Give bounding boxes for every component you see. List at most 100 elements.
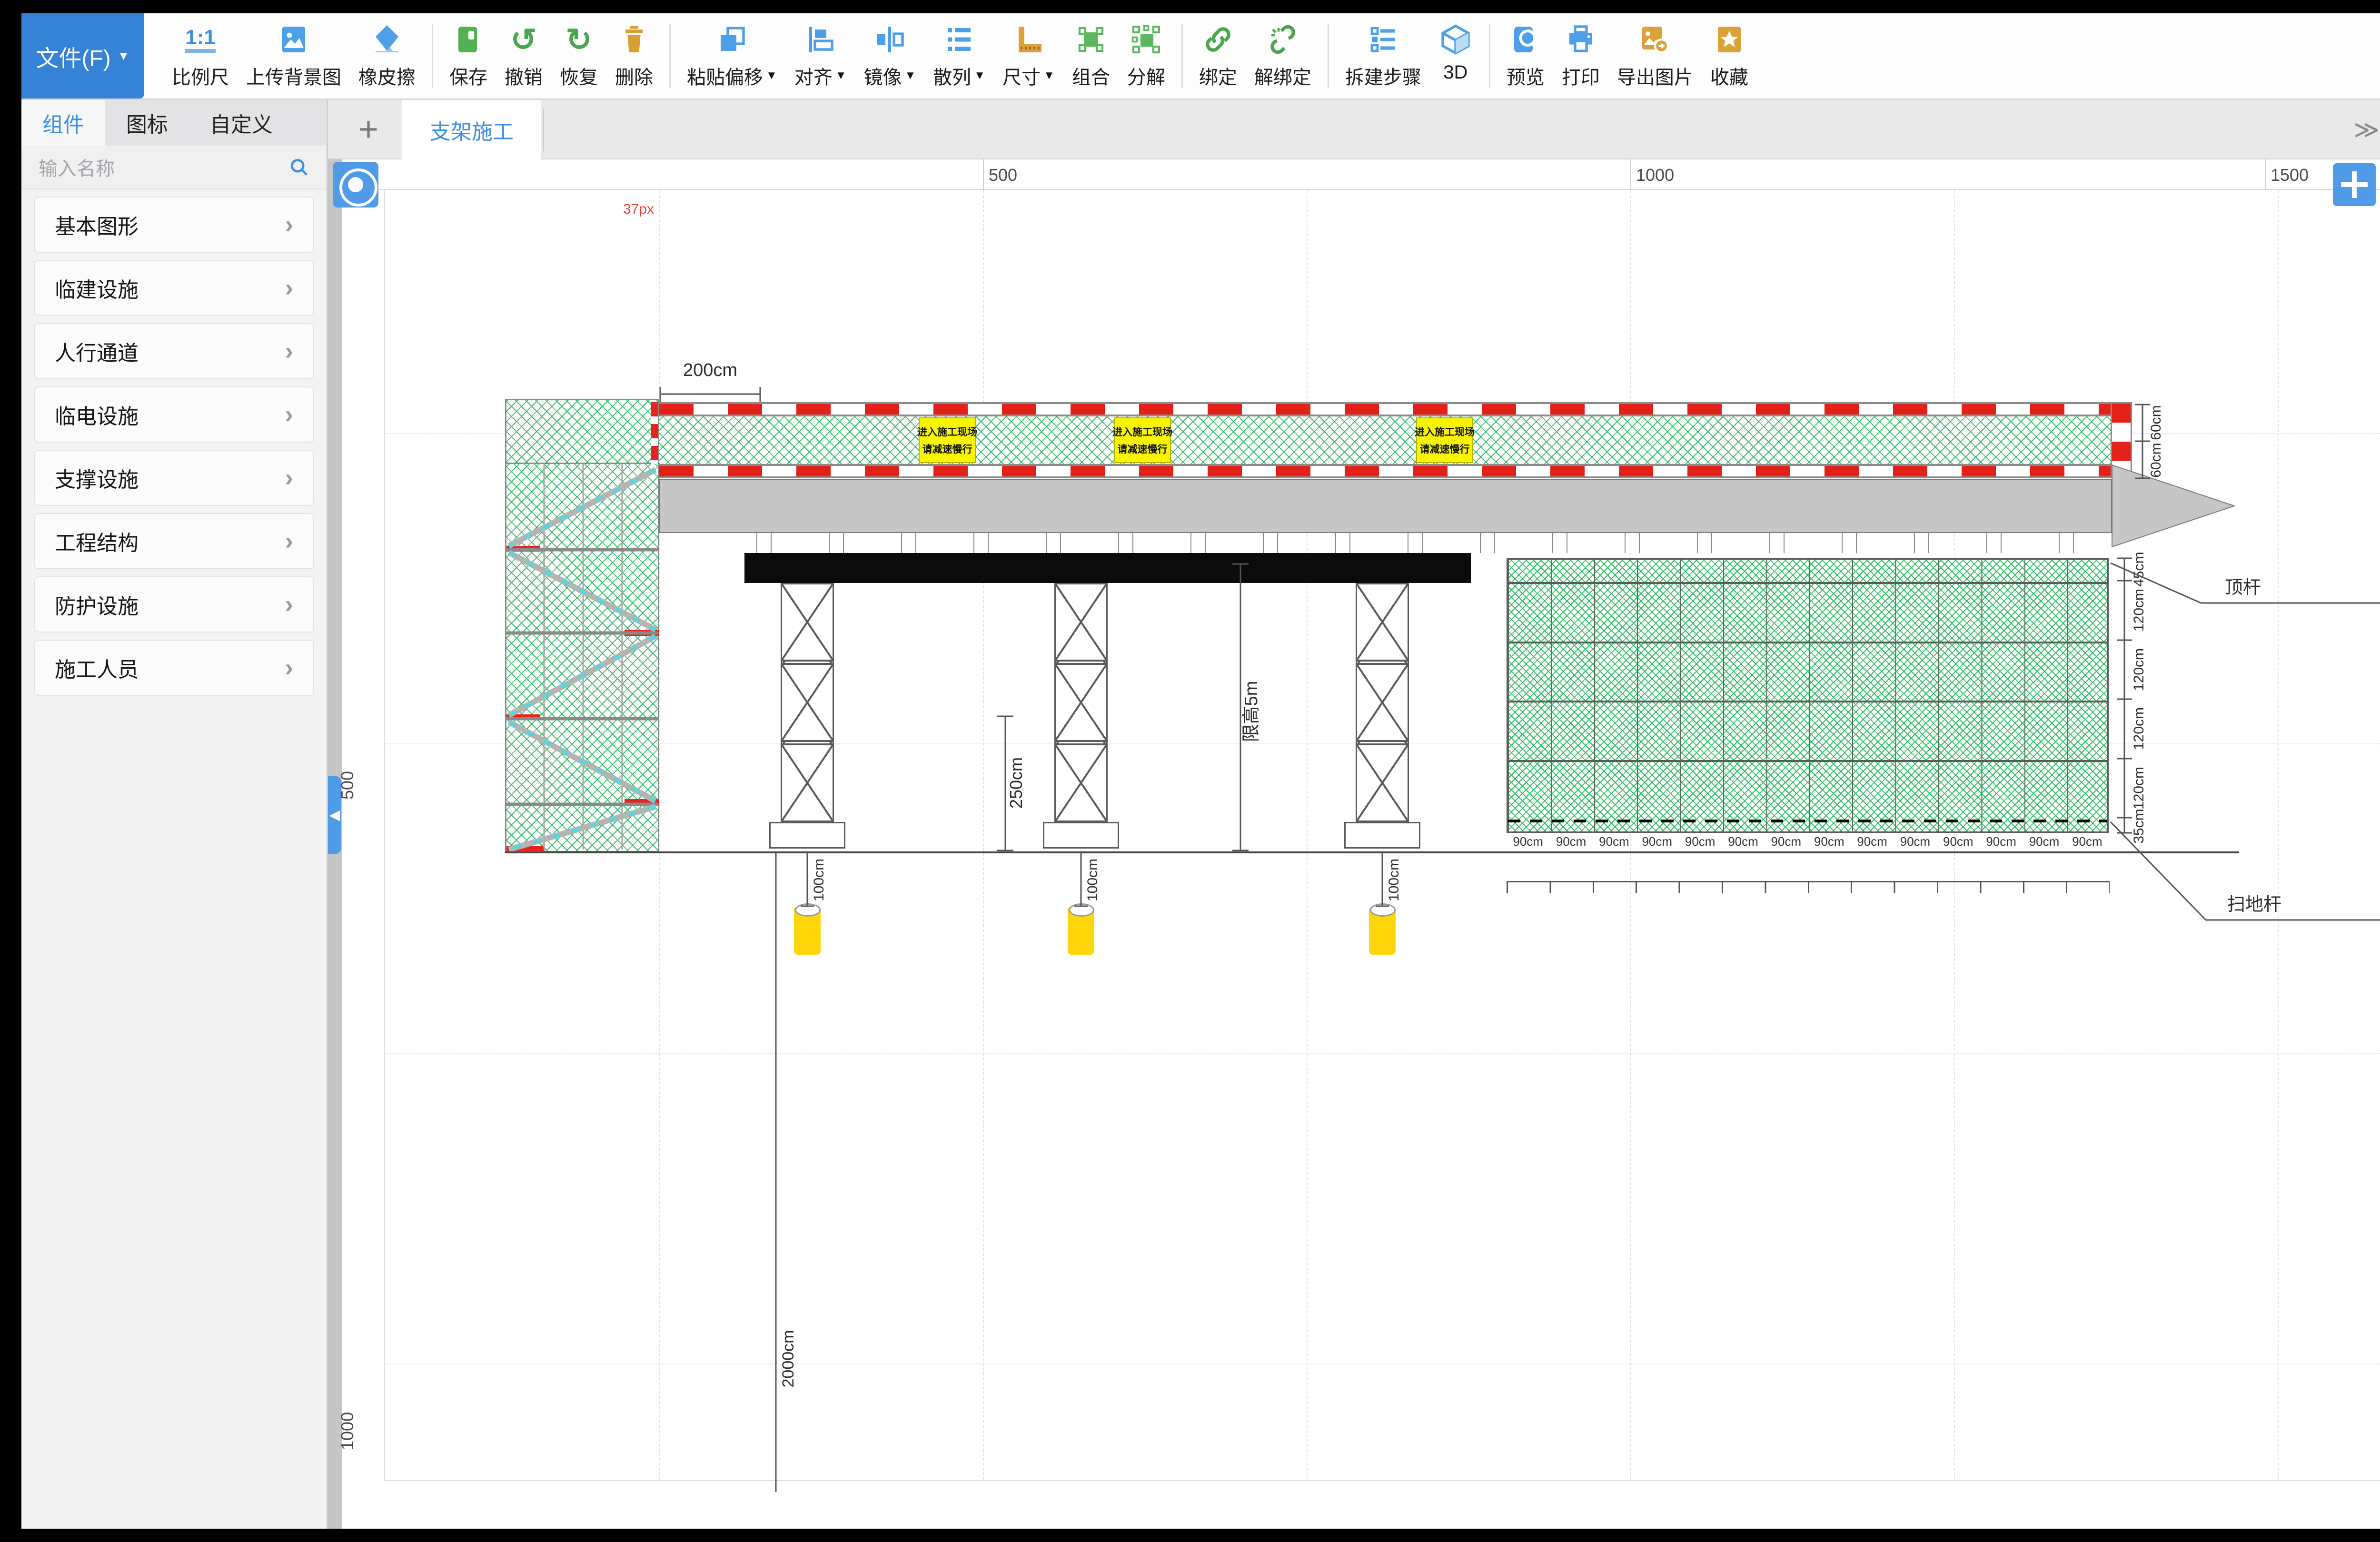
drawing-viewport[interactable]: 500 1000 1500 500 1000 37px ◀ ▶ (328, 159, 2380, 1529)
mirror-button[interactable]: 镜像▼ (855, 13, 925, 99)
toolbar-label: 导出图片 (1617, 62, 1693, 89)
sidebar-item-support-facilities[interactable]: 支撑设施› (34, 450, 314, 506)
fit-view-button[interactable] (2333, 163, 2376, 206)
view-3d-button[interactable]: 3D (1430, 13, 1481, 99)
sidebar-item-pedestrian-passage[interactable]: 人行通道› (34, 323, 314, 379)
favorite-button[interactable]: 收藏 (1702, 13, 1757, 99)
add-document-tab-button[interactable]: + (347, 107, 390, 152)
red-mark (625, 799, 659, 805)
warning-sign[interactable]: 进入施工现场请减速慢行 (919, 417, 976, 463)
warning-sign[interactable]: 进入施工现场请减速慢行 (1114, 417, 1171, 463)
toolbar-label: 恢复 (560, 62, 598, 89)
group-button[interactable]: 组合 (1063, 13, 1119, 99)
sidebar-tabs: 组件 图标 自定义 (21, 100, 327, 146)
collapse-panel-icon[interactable]: ≫ (2354, 100, 2380, 159)
export-image-button[interactable]: 导出图片 (1608, 13, 1702, 99)
search-bar[interactable]: 输入名称 (21, 146, 327, 189)
bay-width-label: 90cm (1636, 834, 1678, 851)
bay-width-label: 90cm (1851, 834, 1894, 851)
toolbar-separator (1489, 24, 1490, 88)
scaffold-net-panel[interactable] (1507, 558, 2109, 833)
tab-icons[interactable]: 图标 (105, 100, 189, 146)
link-broken-icon (1266, 21, 1300, 58)
tab-custom[interactable]: 自定义 (189, 100, 294, 146)
sweep-bar-dashed (1508, 820, 2107, 822)
canvas-area: + 支架施工 ≫ 500 1000 1500 (328, 100, 2380, 1529)
align-button[interactable]: 对齐▼ (786, 13, 855, 99)
dim-clear-height: 限高5m (1241, 681, 1261, 742)
print-button[interactable]: 打印 (1553, 13, 1608, 99)
toolbar-separator (432, 24, 433, 88)
locate-origin-button[interactable] (333, 162, 378, 208)
toolbar-label: 删除 (615, 62, 653, 89)
file-menu-button[interactable]: 文件(F) ▼ (21, 13, 144, 99)
redo-button[interactable]: ↻ 恢复 (551, 13, 606, 99)
gridline (1307, 190, 1308, 1480)
sidebar-item-construction-workers[interactable]: 施工人员› (34, 640, 314, 696)
unbind-button[interactable]: 解绑定 (1246, 13, 1320, 99)
bind-button[interactable]: 绑定 (1190, 13, 1246, 99)
sidebar-item-protection-facilities[interactable]: 防护设施› (34, 576, 314, 633)
sidebar-item-engineering-structure[interactable]: 工程结构› (34, 513, 314, 569)
panel-bar (1508, 582, 2107, 584)
build-steps-button[interactable]: 拆建步骤 (1337, 13, 1430, 99)
upload-background-button[interactable]: 上传背景图 (238, 13, 350, 99)
export-image-icon (1638, 21, 1672, 58)
scale-ruler-button[interactable]: 1:1 比例尺 (163, 13, 238, 99)
sidebar-collapse-handle[interactable]: ◀ (328, 776, 341, 854)
roadway-arrow-shape[interactable] (659, 479, 2112, 533)
search-icon[interactable] (288, 157, 309, 178)
toolbar-label: 绑定 (1199, 62, 1237, 89)
toolbar-label: 解绑定 (1254, 62, 1311, 89)
preview-button[interactable]: 预览 (1498, 13, 1553, 99)
steps-list-icon (1366, 21, 1400, 58)
dimension-button[interactable]: 尺寸▼ (994, 13, 1063, 99)
distribute-icon (942, 21, 976, 58)
file-menu-label: 文件(F) (36, 40, 110, 73)
sidebar-item-temporary-facilities[interactable]: 临建设施› (34, 260, 314, 316)
save-button[interactable]: 保存 (441, 13, 496, 99)
ruler-label: 1500 (2271, 165, 2309, 185)
foundation-pile[interactable] (1068, 907, 1094, 955)
label-bottom-bar: 扫地杆 (2227, 895, 2281, 915)
undo-icon: ↺ (510, 21, 536, 58)
dim-chain: 120cm (2131, 767, 2147, 810)
sidebar-item-basic-shapes[interactable]: 基本图形› (34, 197, 314, 253)
bridge-beam-shape[interactable] (744, 553, 1471, 583)
covered-walkway-shape[interactable]: 进入施工现场请减速慢行 进入施工现场请减速慢行 进入施工现场请减速慢行 (659, 402, 2132, 478)
page-bottom-edge (384, 1480, 2380, 1481)
dim-buried-depth: 100cm (1386, 859, 1402, 901)
toolbar: 文件(F) ▼ 1:1 比例尺 上传背景图 橡皮擦 (21, 13, 2380, 100)
undo-button[interactable]: ↺ 撤销 (496, 13, 551, 99)
toolbar-label: 散列 (933, 62, 971, 89)
red-mark (506, 846, 545, 851)
panel-bar (1508, 760, 2107, 762)
toolbar-label: 比例尺 (172, 62, 229, 89)
toolbar-label: 对齐 (794, 62, 833, 89)
toolbar-label: 分解 (1127, 62, 1165, 89)
warning-sign[interactable]: 进入施工现场请减速慢行 (1416, 417, 1473, 463)
tower-top-band (506, 400, 658, 464)
foundation-pile[interactable] (1369, 907, 1396, 955)
panel-posts (1508, 560, 2107, 831)
paste-offset-button[interactable]: 粘贴偏移▼ (678, 13, 786, 99)
sidebar-item-temporary-power[interactable]: 临电设施› (34, 386, 314, 443)
lattice-column[interactable] (1356, 583, 1409, 822)
eraser-button[interactable]: 橡皮擦 (350, 13, 424, 99)
cube-3d-icon (1438, 21, 1473, 58)
coupler-row (756, 533, 2111, 553)
lattice-column[interactable] (1054, 583, 1108, 822)
caret-down-icon: ▼ (835, 69, 847, 82)
bay-width-label: 90cm (1765, 834, 1807, 851)
distribute-button[interactable]: 散列▼ (924, 13, 994, 99)
foundation-pile[interactable] (794, 907, 821, 955)
ungroup-button[interactable]: 分解 (1119, 13, 1174, 99)
ruler-icon (1012, 21, 1046, 58)
tab-components[interactable]: 组件 (21, 100, 105, 146)
bay-width-label: 90cm (1722, 834, 1765, 851)
dim-end-height: 60cm (2148, 405, 2164, 440)
document-tab-scaffold[interactable]: 支架施工 (402, 100, 541, 159)
delete-button[interactable]: 删除 (606, 13, 662, 99)
stair-tower-shape[interactable] (505, 399, 659, 852)
lattice-column[interactable] (781, 583, 834, 822)
